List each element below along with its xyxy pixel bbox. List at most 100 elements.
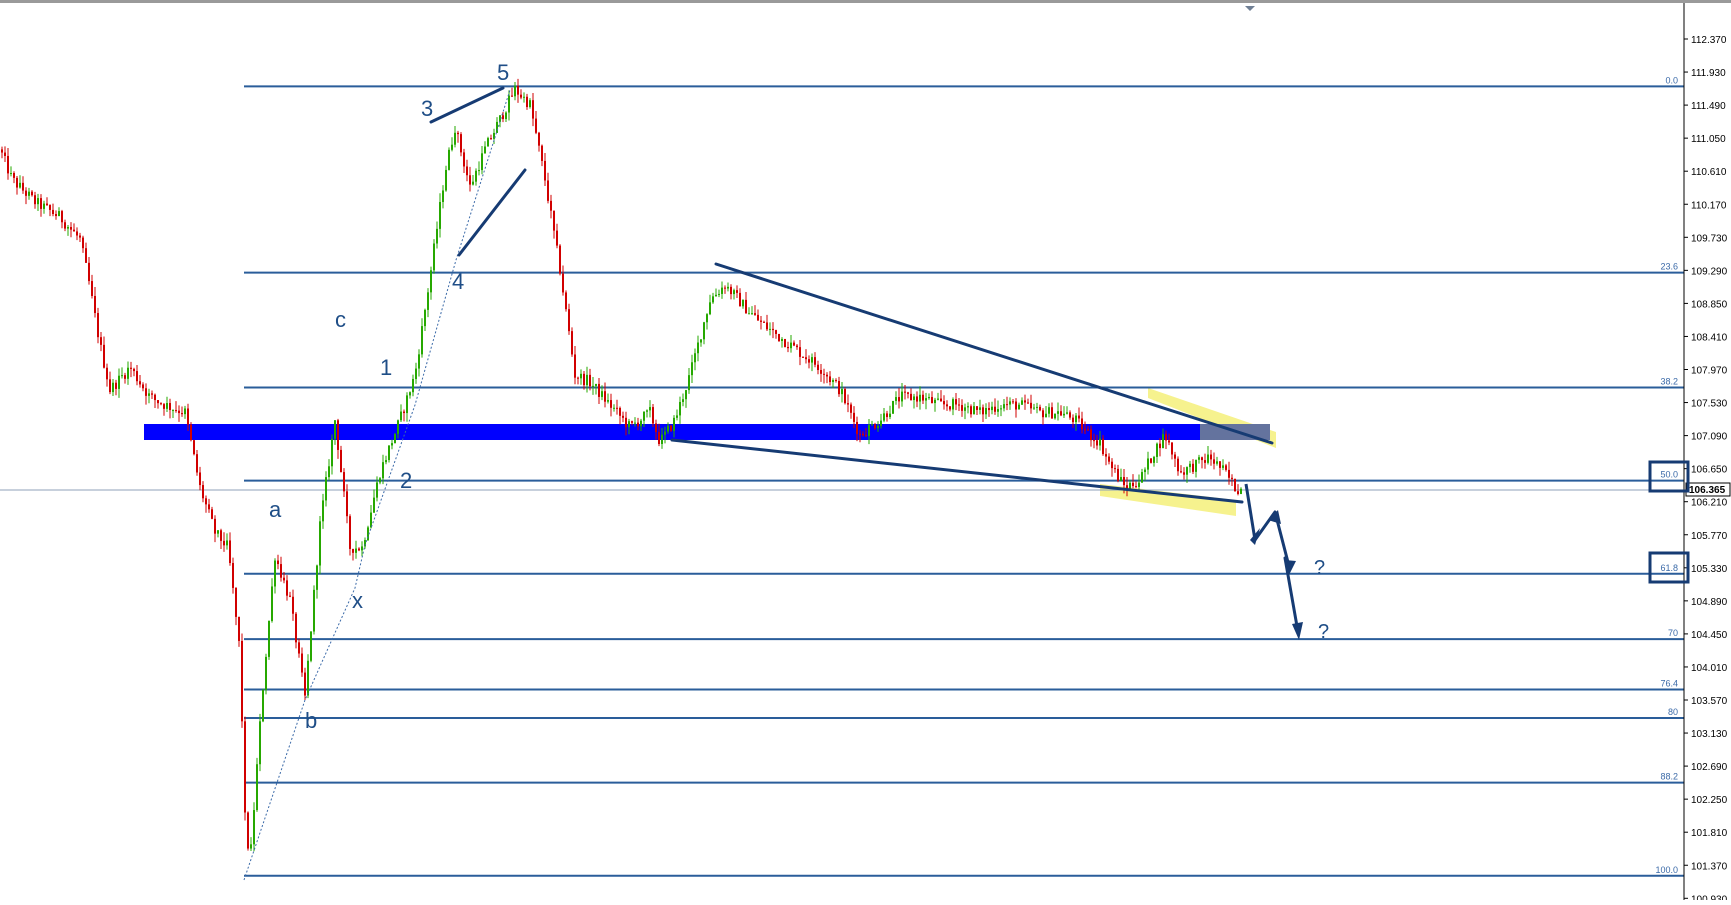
axis-tick-label: 103.130 — [1691, 729, 1728, 740]
candle-body — [574, 354, 576, 378]
candle-body — [676, 415, 678, 418]
candle-body — [1114, 468, 1116, 470]
candle-body — [1216, 461, 1218, 464]
candle-body — [712, 296, 714, 303]
candle-body — [1039, 406, 1041, 411]
candle-body — [19, 182, 21, 188]
candle-body — [223, 540, 225, 546]
candle-body — [211, 509, 213, 519]
candle-body — [133, 368, 135, 372]
candle-body — [91, 281, 93, 296]
candle-body — [274, 560, 276, 587]
candle-body — [958, 404, 960, 406]
candle-body — [457, 132, 459, 135]
candle-body — [985, 408, 987, 415]
candle-body — [1147, 458, 1149, 470]
candle-body — [991, 406, 993, 411]
candle-body — [325, 477, 327, 501]
candle-body — [94, 295, 96, 314]
candle-body — [592, 385, 594, 387]
candle-body — [445, 169, 447, 191]
candle-body — [1222, 465, 1224, 468]
candle-body — [127, 367, 129, 379]
candle-body — [673, 417, 675, 431]
candle-body — [850, 404, 852, 413]
candle-body — [460, 134, 462, 153]
candle-body — [259, 721, 261, 765]
candle-body — [1045, 413, 1047, 418]
candle-body — [388, 445, 390, 461]
candle-body — [433, 243, 435, 271]
candle-body — [244, 721, 246, 813]
candle-body — [262, 690, 264, 722]
candle-body — [679, 401, 681, 416]
candle-body — [565, 292, 567, 310]
candle-body — [961, 405, 963, 411]
candle-body — [409, 392, 411, 396]
candle-body — [502, 115, 504, 120]
candle-body — [277, 560, 279, 565]
candle-body — [145, 388, 147, 396]
candle-body — [253, 810, 255, 845]
candle-body — [157, 400, 159, 404]
support-zone-band — [144, 424, 1270, 440]
candle-body — [769, 328, 771, 330]
candle-body — [550, 200, 552, 211]
candle-body — [1, 149, 3, 153]
axis-tick-label: 101.370 — [1691, 861, 1728, 872]
candle-body — [478, 170, 480, 172]
candle-body — [322, 500, 324, 522]
candle-body — [415, 368, 417, 379]
candle-body — [1078, 415, 1080, 419]
candle-body — [634, 422, 636, 424]
candle-body — [217, 530, 219, 534]
time-marker — [1245, 6, 1255, 11]
candle-body — [1042, 410, 1044, 418]
candle-body — [928, 397, 930, 399]
candle-body — [1135, 486, 1137, 488]
candle-body — [1207, 454, 1209, 463]
candle-body — [109, 379, 111, 393]
candle-body — [541, 145, 543, 161]
candle-body — [199, 472, 201, 486]
candle-body — [220, 530, 222, 541]
wave-label-5: 5 — [497, 60, 509, 85]
candle-body — [97, 313, 99, 338]
candle-body — [745, 299, 747, 314]
candle-body — [700, 339, 702, 343]
candle-body — [871, 424, 873, 426]
candle-body — [790, 342, 792, 349]
axis-tick-label: 107.530 — [1691, 399, 1728, 410]
candle-body — [736, 290, 738, 293]
candle-body — [856, 421, 858, 434]
candle-body — [613, 407, 615, 409]
candle-body — [1066, 412, 1068, 414]
candle-body — [301, 653, 303, 673]
candle-body — [589, 374, 591, 387]
candle-body — [1144, 469, 1146, 473]
candle-body — [1171, 442, 1173, 455]
candle-body — [715, 294, 717, 297]
candle-body — [85, 248, 87, 263]
candle-body — [1060, 411, 1062, 416]
candle-body — [292, 596, 294, 614]
candle-body — [316, 565, 318, 590]
candle-body — [82, 237, 84, 249]
candle-body — [43, 203, 45, 209]
candle-body — [352, 548, 354, 553]
candle-body — [1021, 400, 1023, 405]
candle-body — [703, 322, 705, 340]
candle-body — [844, 389, 846, 404]
candle-body — [7, 155, 9, 174]
candle-body — [394, 433, 396, 444]
candle-body — [880, 420, 882, 426]
candle-body — [379, 478, 381, 483]
candle-body — [1117, 468, 1119, 481]
candle-body — [895, 397, 897, 401]
candle-body — [1189, 463, 1191, 468]
candle-body — [625, 417, 627, 428]
candle-body — [601, 391, 603, 397]
candle-body — [808, 359, 810, 363]
candle-body — [148, 393, 150, 396]
candle-body — [1057, 411, 1059, 414]
